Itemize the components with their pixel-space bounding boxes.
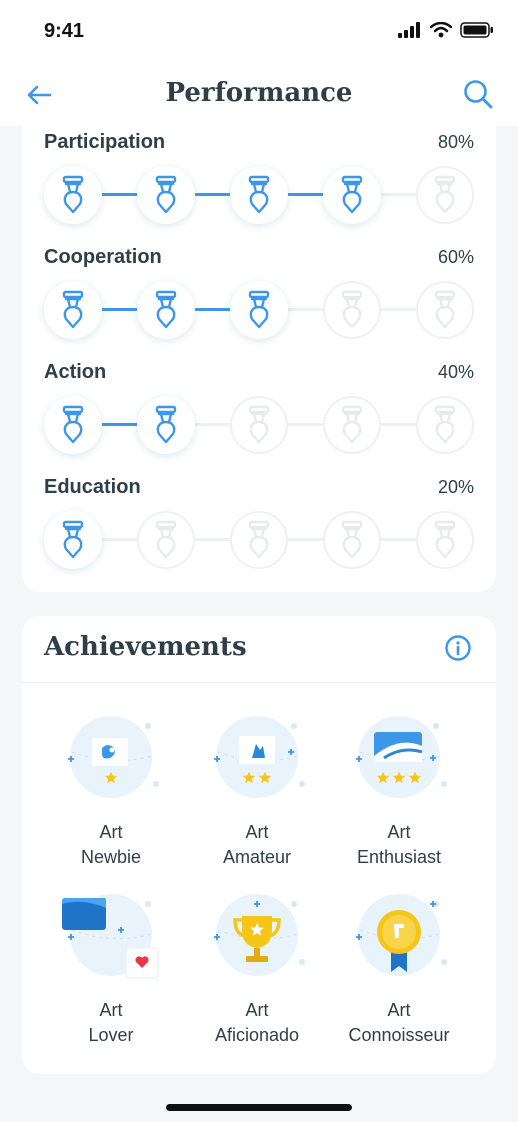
medal-icon <box>230 166 288 224</box>
achievements-card: Achievements Art Newbie Art Amateur Art Enthu… <box>22 616 496 1074</box>
badge-label: Art Amateur <box>182 820 332 870</box>
badge-label-line2: Amateur <box>222 847 292 867</box>
achievement-badge-amateur[interactable]: Art Amateur <box>182 712 332 870</box>
progress-track <box>44 166 474 224</box>
progress-row-education: Education 20% <box>44 473 474 569</box>
progress-percent: 20% <box>437 476 474 497</box>
progress-row-cooperation: Cooperation 60% <box>44 243 474 339</box>
badge-label-line2: Enthusiast <box>356 847 442 867</box>
progress-row-action: Action 40% <box>44 358 474 454</box>
badge-label-line2: Connoisseur <box>348 1025 450 1045</box>
achievement-badge-enthusiast[interactable]: Art Enthusiast <box>324 712 474 870</box>
medal-icon <box>36 712 186 812</box>
medal-icon <box>44 511 102 569</box>
medal-icon <box>230 396 288 454</box>
progress-label: Education <box>44 475 141 498</box>
achievement-badge-connoisseur[interactable]: Art Connoisseur <box>324 890 474 1048</box>
medal-icon <box>230 511 288 569</box>
achievement-badge-lover[interactable]: Art Lover <box>36 890 186 1048</box>
badge-label-line2: Lover <box>88 1025 134 1045</box>
badge-label-line1: Art <box>245 822 269 842</box>
medal-icon <box>416 166 474 224</box>
badge-label: Art Enthusiast <box>324 820 474 870</box>
badge-label-line1: Art <box>245 1000 269 1020</box>
medal-icon <box>230 281 288 339</box>
progress-track <box>44 511 474 569</box>
medal-icon <box>323 396 381 454</box>
info-icon[interactable] <box>444 634 472 662</box>
badge-label: Art Aficionado <box>182 998 332 1048</box>
badge-label-line1: Art <box>387 1000 411 1020</box>
achievement-badge-aficionado[interactable]: Art Aficionado <box>182 890 332 1048</box>
divider <box>22 682 496 683</box>
progress-label: Participation <box>44 130 166 153</box>
medal-icon <box>44 396 102 454</box>
heart-icon <box>36 890 186 990</box>
medal-icon <box>323 511 381 569</box>
home-indicator[interactable] <box>166 1104 352 1111</box>
medal-icon <box>416 511 474 569</box>
achievements-title: Achievements <box>44 632 247 662</box>
progress-label: Cooperation <box>44 245 162 268</box>
badge-label-line2: Newbie <box>80 847 142 867</box>
badge-label-line1: Art <box>387 822 411 842</box>
progress-percent: 80% <box>437 131 474 152</box>
status-icons <box>398 22 494 38</box>
page-title: Performance <box>165 78 353 108</box>
progress-percent: 40% <box>437 361 474 382</box>
wifi-icon <box>430 22 452 38</box>
medal-icon <box>137 396 195 454</box>
progress-card: Participation 80% Cooperation 60% Action 40% E… <box>22 118 496 592</box>
medal-icon <box>44 281 102 339</box>
progress-track <box>44 281 474 339</box>
badge-label: Art Newbie <box>36 820 186 870</box>
progress-label: Action <box>44 360 107 383</box>
medal-icon <box>323 281 381 339</box>
medal-icon <box>137 166 195 224</box>
achievement-badge-newbie[interactable]: Art Newbie <box>36 712 186 870</box>
medal-icon <box>44 166 102 224</box>
badge-label-line2: Aficionado <box>214 1025 300 1045</box>
award-medal-icon <box>324 890 474 990</box>
medal-icon <box>137 281 195 339</box>
badge-label: Art Lover <box>36 998 186 1048</box>
progress-track <box>44 396 474 454</box>
trophy-icon <box>182 890 332 990</box>
battery-icon <box>460 22 493 38</box>
medal-icon <box>416 396 474 454</box>
badge-label: Art Connoisseur <box>324 998 474 1048</box>
progress-row-participation: Participation 80% <box>44 128 474 224</box>
medal-icon <box>137 511 195 569</box>
status-time: 9:41 <box>44 20 85 42</box>
badge-label-line1: Art <box>99 1000 123 1020</box>
status-bar: 9:41 <box>0 0 518 64</box>
medal-icon <box>416 281 474 339</box>
medal-icon <box>182 712 332 812</box>
medal-icon <box>324 712 474 812</box>
medal-icon <box>323 166 381 224</box>
search-icon[interactable] <box>462 78 494 110</box>
nav-bar: Performance <box>0 64 518 126</box>
signal-icon <box>398 22 420 38</box>
badge-label-line1: Art <box>99 822 123 842</box>
progress-percent: 60% <box>437 246 474 267</box>
